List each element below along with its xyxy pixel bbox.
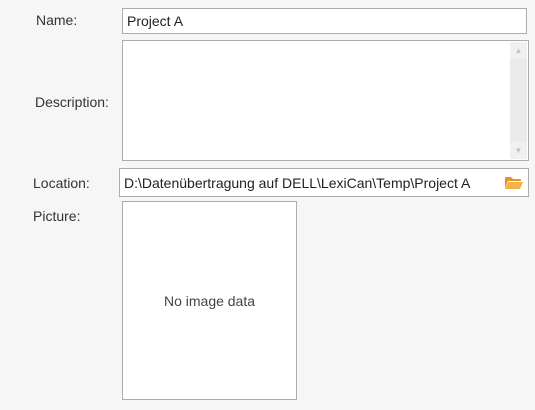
location-path: D:\Datenübertragung auf DELL\LexiCan\Tem… [124,174,471,191]
no-image-text: No image data [163,292,256,309]
scroll-up-arrow-icon[interactable]: ▲ [510,42,527,59]
picture-box[interactable]: No image data [122,201,297,400]
project-properties-form: Name: Description: ▲ ▼ Location: D:\Date… [0,0,535,410]
description-scrollbar[interactable]: ▲ ▼ [510,42,527,159]
location-field[interactable]: D:\Datenübertragung auf DELL\LexiCan\Tem… [119,168,529,197]
description-textarea[interactable] [123,41,510,160]
browse-folder-button[interactable] [502,171,526,195]
name-label: Name: [36,12,78,28]
location-label: Location: [33,175,90,191]
picture-label: Picture: [33,208,81,224]
name-input[interactable] [122,8,527,34]
scroll-track[interactable] [510,59,527,142]
scroll-down-arrow-icon[interactable]: ▼ [510,142,527,159]
folder-open-icon [505,176,523,189]
description-label: Description: [35,94,109,110]
description-field[interactable]: ▲ ▼ [122,40,529,161]
